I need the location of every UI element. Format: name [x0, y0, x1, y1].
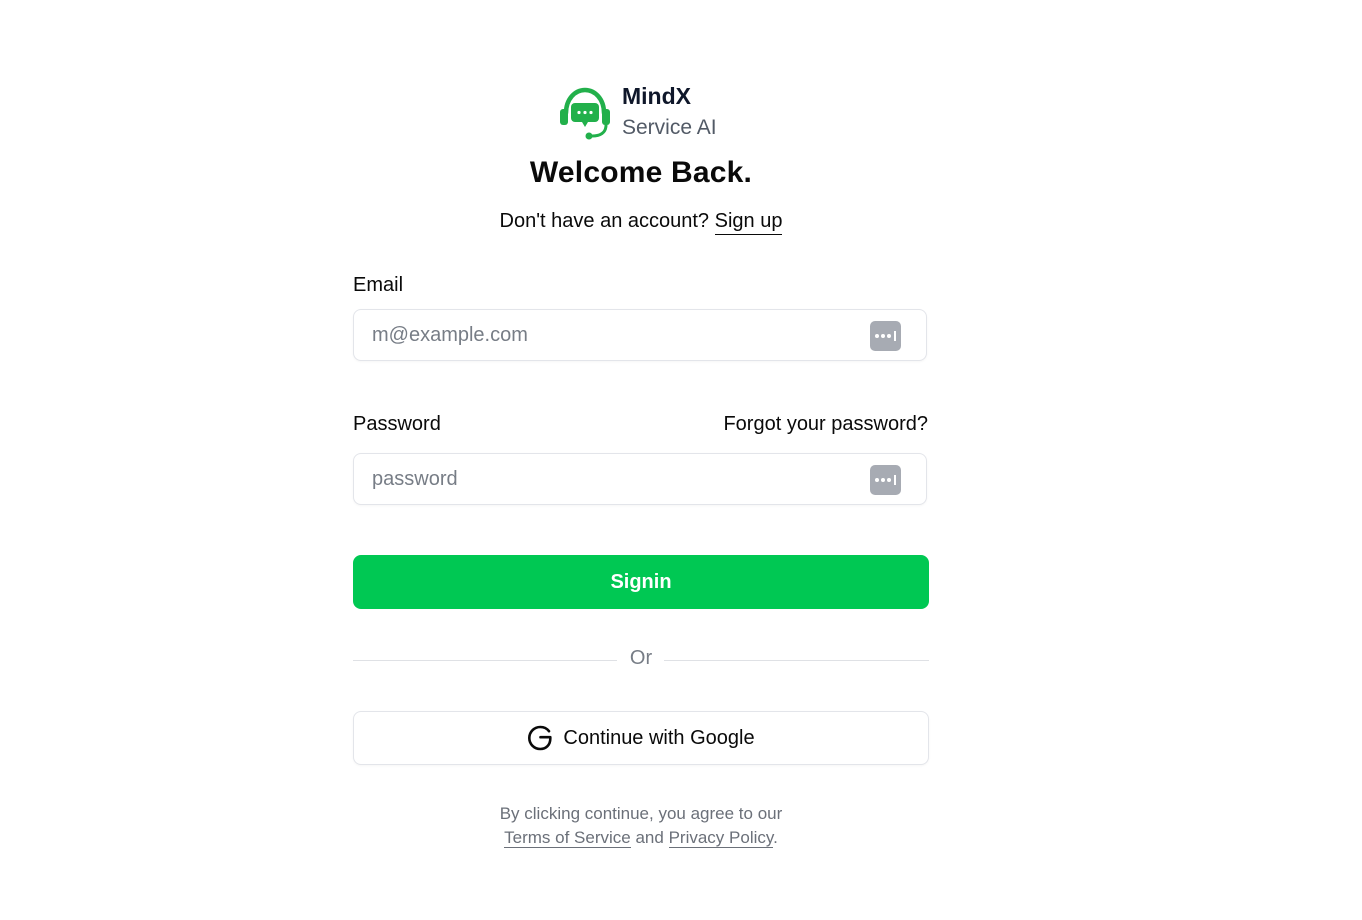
email-label: Email	[353, 274, 404, 296]
login-page: MindX Service AI Welcome Back. Don't hav…	[0, 0, 1362, 920]
terms-of-service-link[interactable]: Terms of Service	[504, 828, 631, 848]
password-field-container	[353, 453, 927, 505]
signup-prompt-line: Don't have an account? Sign up	[0, 210, 1282, 235]
google-signin-button[interactable]: Continue with Google	[353, 711, 929, 765]
email-input[interactable]	[372, 310, 852, 360]
password-label: Password	[353, 413, 441, 435]
google-button-label: Continue with Google	[563, 726, 755, 749]
legal-notice: By clicking continue, you agree to our T…	[0, 802, 1282, 850]
divider-line-right	[664, 660, 929, 661]
forgot-password-link[interactable]: Forgot your password?	[723, 413, 928, 436]
divider-label: Or	[629, 647, 653, 669]
legal-conjunction: and	[635, 828, 664, 847]
signup-link[interactable]: Sign up	[714, 210, 783, 235]
brand-subtitle: Service AI	[622, 116, 717, 139]
signin-button[interactable]: Signin	[353, 555, 929, 609]
headset-chat-logo-icon	[560, 87, 610, 140]
legal-links-line: Terms of Service and Privacy Policy.	[0, 826, 1282, 850]
email-field-container	[353, 309, 927, 361]
google-g-icon	[528, 725, 552, 751]
dots-cursor-glyph	[875, 475, 896, 485]
password-manager-icon[interactable]	[870, 321, 901, 351]
privacy-policy-link[interactable]: Privacy Policy	[668, 828, 774, 848]
brand-name: MindX	[622, 83, 691, 109]
signup-prompt-text: Don't have an account?	[499, 210, 710, 232]
password-input[interactable]	[372, 454, 852, 504]
password-manager-icon[interactable]	[870, 465, 901, 495]
legal-prefix: By clicking continue, you agree to our	[499, 804, 783, 823]
brand-header: MindX Service AI	[558, 82, 717, 141]
dots-cursor-glyph	[875, 331, 896, 341]
or-divider: Or	[353, 647, 929, 673]
legal-suffix: .	[773, 828, 778, 847]
page-title: Welcome Back.	[529, 156, 753, 189]
brand-text: MindX Service AI	[622, 82, 717, 141]
